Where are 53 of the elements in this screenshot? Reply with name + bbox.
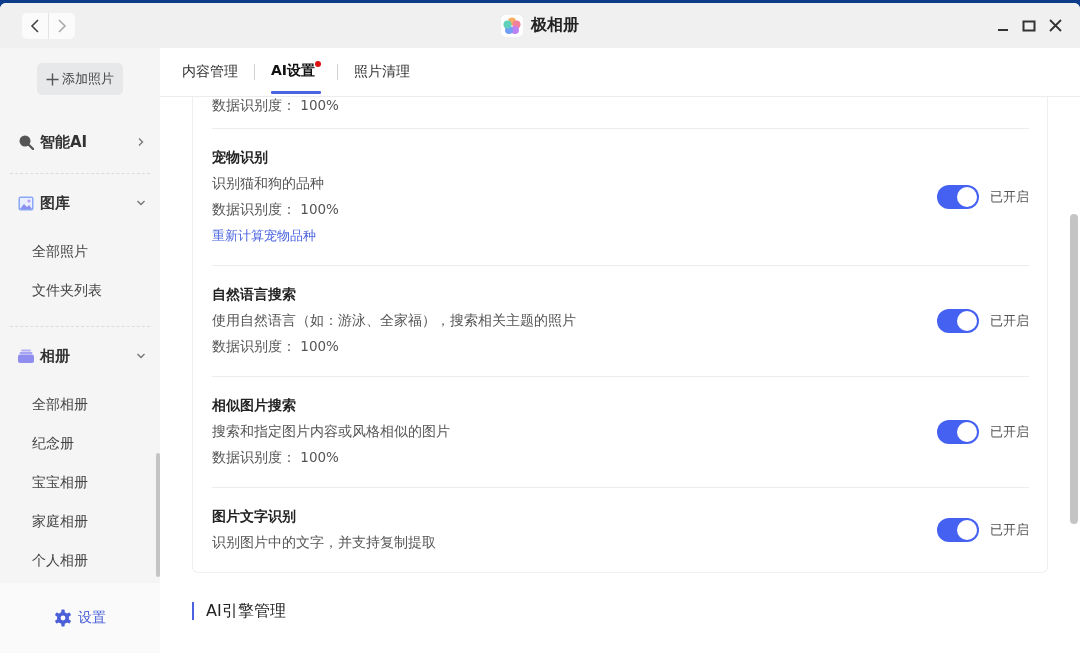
tab[interactable]: AI设置 bbox=[271, 48, 322, 96]
close-icon[interactable] bbox=[1049, 19, 1062, 32]
sidebar-section[interactable]: 智能AI bbox=[10, 125, 150, 159]
plus-icon bbox=[46, 72, 59, 86]
section-heading: AI引擎管理 bbox=[192, 602, 286, 620]
app-logo-icon bbox=[501, 14, 523, 37]
setting-title: 宠物识别 bbox=[212, 148, 269, 167]
sidebar-item[interactable]: 个人相册 bbox=[10, 541, 150, 580]
search-icon bbox=[18, 134, 34, 150]
accuracy-text: 数据识别度： 100% bbox=[212, 337, 340, 356]
image-icon bbox=[18, 195, 34, 211]
toggle-switch[interactable] bbox=[937, 184, 979, 209]
window-title: 极相册 bbox=[531, 15, 579, 36]
accuracy-text: 数据识别度： 100% bbox=[212, 448, 340, 467]
chevron-icon[interactable] bbox=[136, 198, 146, 208]
toggle-label: 已开启 bbox=[990, 422, 1029, 441]
sidebar-section[interactable]: 相册 bbox=[10, 339, 150, 373]
album-icon bbox=[18, 349, 34, 363]
sidebar-item[interactable]: 宝宝相册 bbox=[10, 463, 150, 502]
settings-icon bbox=[54, 609, 72, 627]
toggle-switch[interactable] bbox=[937, 517, 979, 542]
sidebar-item[interactable]: 全部照片 bbox=[10, 232, 150, 271]
setting-description: 识别猫和狗的品种 bbox=[212, 174, 325, 193]
sidebar-section[interactable]: 图库 bbox=[10, 186, 150, 220]
maximize-icon[interactable] bbox=[1022, 19, 1036, 32]
toggle-switch[interactable] bbox=[937, 308, 979, 333]
setting-title: 图片文字识别 bbox=[212, 507, 297, 526]
sidebar-item[interactable]: 纪念册 bbox=[10, 424, 150, 463]
sidebar-item[interactable]: 文件夹列表 bbox=[10, 271, 150, 310]
setting-title: 相似图片搜索 bbox=[212, 396, 297, 415]
settings-link[interactable]: 设置 bbox=[0, 583, 160, 653]
toggle-label: 已开启 bbox=[990, 311, 1029, 330]
chevron-icon[interactable] bbox=[136, 137, 146, 147]
toggle-label: 已开启 bbox=[990, 187, 1029, 206]
tab[interactable]: 内容管理 bbox=[182, 48, 238, 96]
back-icon bbox=[30, 18, 40, 33]
accuracy-text: 数据识别度： 100% bbox=[212, 97, 339, 113]
setting-description: 使用自然语言（如：游泳、全家福），搜索相关主题的照片 bbox=[212, 311, 577, 330]
setting-title: 自然语言搜索 bbox=[212, 285, 297, 304]
accuracy-text: 数据识别度： 100% bbox=[212, 200, 340, 219]
recalculate-link[interactable]: 重新计算宠物品种 bbox=[212, 226, 937, 245]
chevron-icon[interactable] bbox=[136, 351, 146, 361]
toggle-label: 已开启 bbox=[990, 520, 1029, 539]
setting-description: 识别图片中的文字，并支持复制提取 bbox=[212, 533, 437, 552]
sidebar-item[interactable]: 全部相册 bbox=[10, 385, 150, 424]
tab[interactable]: 照片清理 bbox=[354, 48, 411, 96]
setting-description: 搜索和指定图片内容或风格相似的图片 bbox=[212, 422, 451, 441]
add-photo-button[interactable]: 添加照片 bbox=[37, 63, 123, 95]
scrollbar[interactable] bbox=[156, 453, 160, 577]
scrollbar[interactable] bbox=[1070, 214, 1078, 524]
forward-icon bbox=[57, 18, 67, 33]
sidebar-item[interactable]: 家庭相册 bbox=[10, 502, 150, 541]
toggle-switch[interactable] bbox=[937, 419, 979, 444]
